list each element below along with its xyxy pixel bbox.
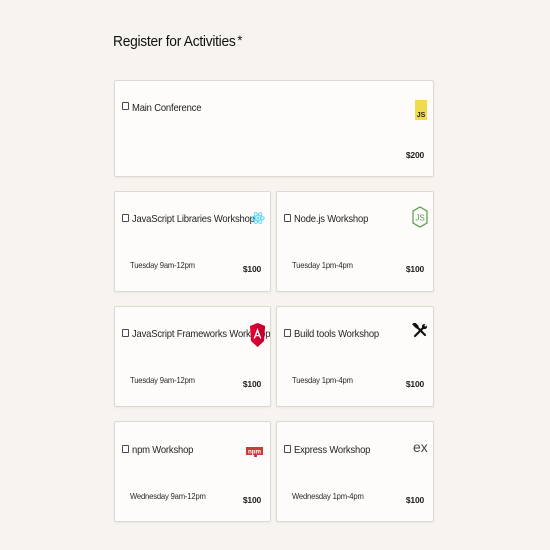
- activity-card-main-conference[interactable]: Main Conference JS $200: [114, 80, 434, 177]
- required-mark: *: [237, 32, 243, 48]
- activity-checkbox[interactable]: [122, 214, 129, 222]
- activity-card-build-tools[interactable]: Build tools Workshop Tuesday 1pm-4pm $10…: [276, 306, 434, 407]
- npm-icon: npm: [246, 444, 263, 462]
- activity-time: Tuesday 9am-12pm: [130, 260, 195, 270]
- activity-card-express[interactable]: Express Workshop ex Wednesday 1pm-4pm $1…: [276, 421, 434, 522]
- activity-price: $100: [242, 379, 261, 389]
- svg-text:JS: JS: [417, 112, 426, 119]
- activity-name: npm Workshop: [132, 444, 194, 456]
- form-title: Register for Activities *: [113, 32, 243, 50]
- activity-checkbox[interactable]: [284, 445, 291, 453]
- activity-price: $100: [405, 264, 424, 274]
- nodejs-icon: JS: [412, 206, 428, 233]
- react-icon: [251, 208, 265, 233]
- activity-checkbox[interactable]: [122, 329, 129, 337]
- activity-price: $100: [405, 379, 424, 389]
- activity-name: Node.js Workshop: [294, 213, 369, 225]
- activity-name: Express Workshop: [294, 444, 371, 456]
- tools-icon: [412, 321, 428, 344]
- svg-text:npm: npm: [248, 449, 262, 456]
- activity-checkbox[interactable]: [284, 329, 291, 337]
- activity-card-nodejs[interactable]: Node.js Workshop JS Tuesday 1pm-4pm $100: [276, 191, 434, 292]
- form-title-text: Register for Activities: [113, 33, 236, 50]
- activity-name: JavaScript Libraries Workshop: [132, 213, 255, 225]
- activity-checkbox[interactable]: [122, 102, 129, 110]
- activity-checkbox[interactable]: [284, 214, 291, 222]
- svg-text:ex: ex: [413, 439, 428, 455]
- activity-price: $100: [242, 264, 261, 274]
- activity-name: Main Conference: [132, 102, 202, 114]
- activity-time: Wednesday 1pm-4pm: [292, 491, 364, 501]
- activity-card-npm[interactable]: npm Workshop npm Wednesday 9am-12pm $100: [114, 421, 271, 522]
- angular-icon: [250, 323, 265, 352]
- activity-checkbox[interactable]: [122, 445, 129, 453]
- javascript-icon: JS: [415, 100, 427, 125]
- activity-price: $100: [242, 495, 261, 505]
- activity-name: Build tools Workshop: [294, 328, 380, 340]
- activity-card-javascript-libraries[interactable]: JavaScript Libraries Workshop Tuesday 9a…: [114, 191, 271, 292]
- activity-time: Tuesday 1pm-4pm: [292, 375, 353, 385]
- svg-text:JS: JS: [415, 214, 424, 223]
- activity-time: Wednesday 9am-12pm: [130, 491, 206, 501]
- activity-card-javascript-frameworks[interactable]: JavaScript Frameworks Workshop Tuesday 9…: [114, 306, 271, 407]
- express-icon: ex: [413, 439, 429, 460]
- activities-form: Register for Activities * Main Conference…: [0, 0, 550, 550]
- activity-time: Tuesday 1pm-4pm: [292, 260, 353, 270]
- activity-price: $200: [405, 150, 424, 160]
- activity-time: Tuesday 9am-12pm: [130, 375, 195, 385]
- activity-price: $100: [405, 495, 424, 505]
